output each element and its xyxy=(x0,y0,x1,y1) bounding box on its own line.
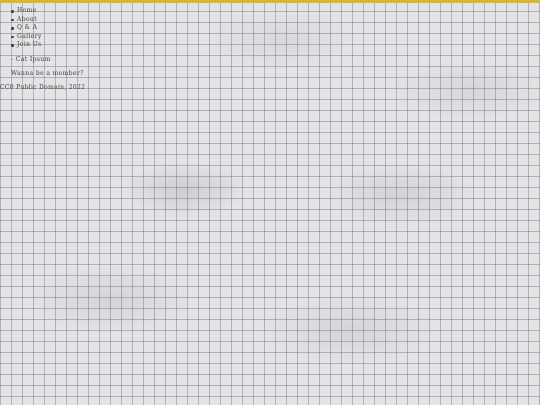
nav-item-about[interactable]: About xyxy=(11,16,42,25)
nav-item-join-us[interactable]: Join Us xyxy=(11,41,42,50)
bullet-icon xyxy=(11,44,14,47)
footer-copyright: CC0 Public Domain, 2022 xyxy=(0,84,86,91)
nav-item-home[interactable]: Home xyxy=(11,7,42,16)
nav-item-qa[interactable]: Q & A xyxy=(11,24,42,33)
top-accent-bar xyxy=(0,0,540,3)
nav-item-label[interactable]: About xyxy=(17,16,37,23)
bullet-icon xyxy=(11,35,14,38)
membership-prompt[interactable]: Wanna be a member? xyxy=(11,70,84,78)
nav-item-gallery[interactable]: Gallery xyxy=(11,33,42,42)
bullet-icon xyxy=(11,18,14,21)
bullet-icon xyxy=(11,10,14,13)
nav-item-label[interactable]: Q & A xyxy=(17,24,37,31)
nav-item-label[interactable]: Join Us xyxy=(17,41,42,48)
quote-attribution: - Cat Ipsum xyxy=(11,56,51,63)
nav-item-label[interactable]: Gallery xyxy=(17,33,42,40)
bullet-icon xyxy=(11,27,14,30)
nav-item-label[interactable]: Home xyxy=(17,7,37,14)
main-navigation: Home About Q & A Gallery Join Us xyxy=(0,7,42,50)
